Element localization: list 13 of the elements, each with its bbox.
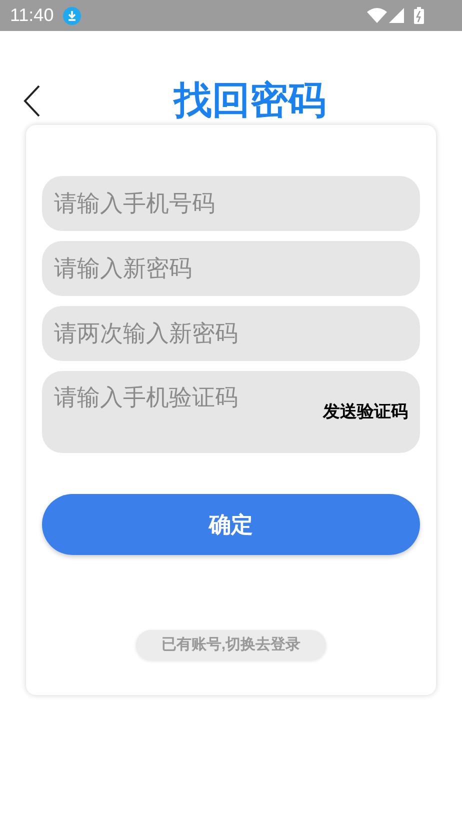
input-field[interactable]: 请输入新密码 xyxy=(42,241,420,296)
wifi-icon xyxy=(367,8,387,23)
confirm-button[interactable]: 确定 xyxy=(42,494,420,555)
status-time: 11:40 xyxy=(10,4,54,27)
login-link[interactable]: 已有账号,切换去登录 xyxy=(136,630,326,660)
send-code-button[interactable]: 发送验证码 xyxy=(323,399,408,424)
input-field[interactable]: 请两次输入新密码 xyxy=(42,306,420,361)
download-icon xyxy=(62,6,81,24)
signal-icon xyxy=(389,8,404,23)
back-icon[interactable] xyxy=(23,85,40,117)
input-field[interactable]: 请输入手机号码 xyxy=(42,176,420,231)
page-title: 找回密码 xyxy=(174,79,326,123)
battery-icon xyxy=(414,7,424,24)
